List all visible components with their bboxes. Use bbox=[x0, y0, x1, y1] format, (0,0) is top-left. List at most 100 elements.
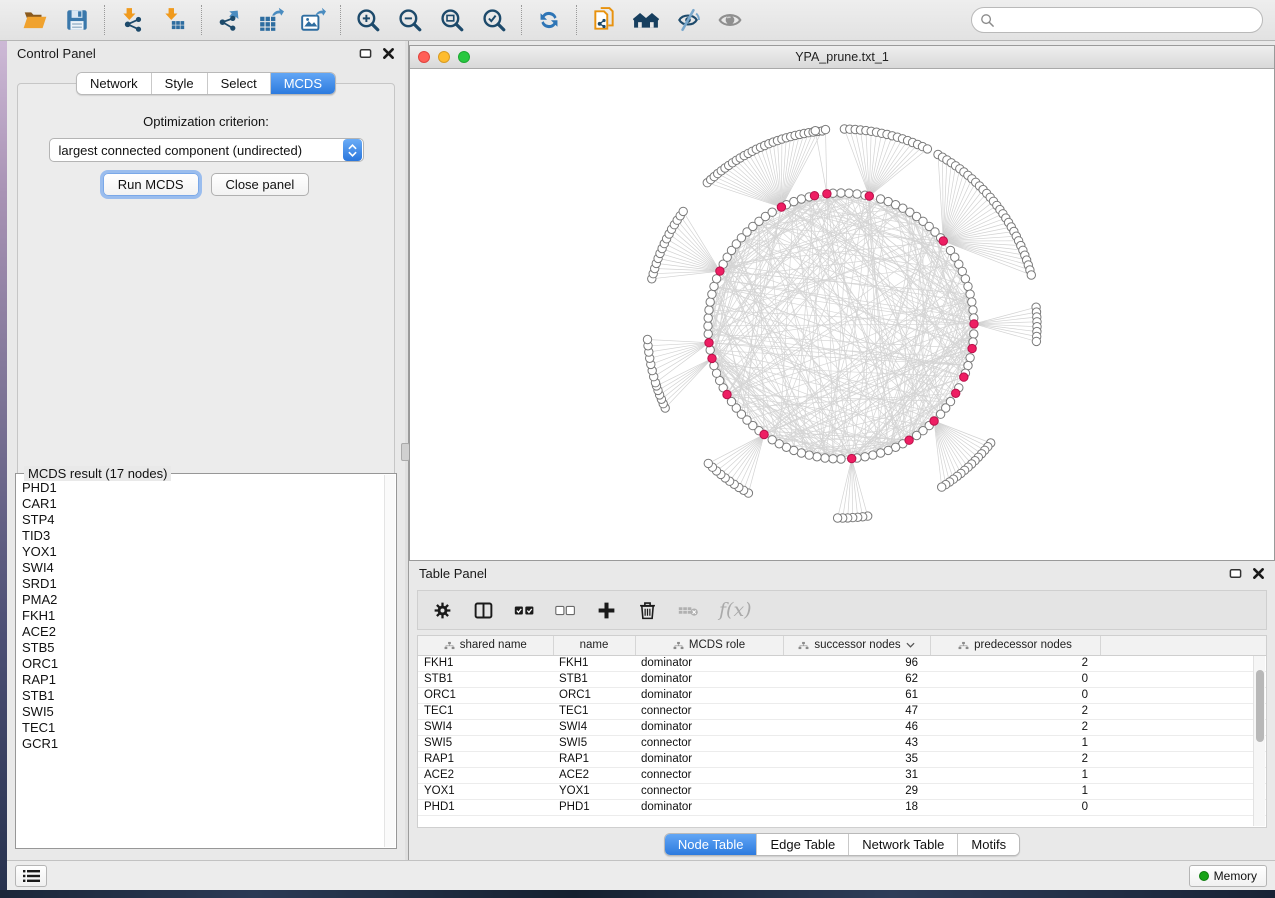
cell-predecessor_nodes[interactable]: 2 bbox=[930, 655, 1100, 671]
cell-predecessor_nodes[interactable]: 0 bbox=[930, 687, 1100, 703]
search-input[interactable] bbox=[1000, 13, 1254, 27]
cell-shared_name[interactable]: RAP1 bbox=[418, 751, 553, 767]
cell-name[interactable]: PHD1 bbox=[553, 799, 635, 815]
table-row[interactable]: PHD1PHD1dominator180 bbox=[418, 799, 1266, 815]
column-header-shared-name[interactable]: shared name bbox=[418, 636, 553, 655]
close-panel-action-button[interactable]: Close panel bbox=[211, 173, 310, 196]
mcds-result-item[interactable]: GCR1 bbox=[20, 736, 384, 752]
mcds-result-item[interactable]: PHD1 bbox=[20, 480, 384, 496]
open-file-button[interactable] bbox=[20, 5, 50, 35]
cell-shared_name[interactable]: SWI4 bbox=[418, 719, 553, 735]
tab-mcds[interactable]: MCDS bbox=[271, 73, 335, 94]
table-scrollbar[interactable] bbox=[1253, 656, 1265, 826]
cell-successor_nodes[interactable]: 31 bbox=[783, 767, 930, 783]
export-table-button[interactable] bbox=[256, 5, 286, 35]
run-mcds-button[interactable]: Run MCDS bbox=[103, 173, 199, 196]
cell-mcds_role[interactable]: dominator bbox=[635, 671, 783, 687]
deselect-all-button[interactable] bbox=[555, 600, 576, 621]
cell-predecessor_nodes[interactable]: 0 bbox=[930, 671, 1100, 687]
table-row[interactable]: YOX1YOX1connector291 bbox=[418, 783, 1266, 799]
table-row[interactable]: STB1STB1dominator620 bbox=[418, 671, 1266, 687]
create-column-button[interactable] bbox=[596, 600, 617, 621]
mcds-result-item[interactable]: SWI4 bbox=[20, 560, 384, 576]
table-row[interactable]: RAP1RAP1dominator352 bbox=[418, 751, 1266, 767]
show-columns-button[interactable] bbox=[473, 600, 494, 621]
mcds-result-item[interactable]: SWI5 bbox=[20, 704, 384, 720]
mcds-result-item[interactable]: ORC1 bbox=[20, 656, 384, 672]
cell-name[interactable]: SWI4 bbox=[553, 719, 635, 735]
cell-name[interactable]: SWI5 bbox=[553, 735, 635, 751]
mcds-result-scrollbar[interactable] bbox=[384, 475, 395, 847]
table-tab-edge-table[interactable]: Edge Table bbox=[757, 834, 849, 855]
zoom-fit-button[interactable] bbox=[437, 5, 467, 35]
mcds-result-item[interactable]: TEC1 bbox=[20, 720, 384, 736]
tab-network[interactable]: Network bbox=[77, 73, 152, 94]
cell-shared_name[interactable]: PHD1 bbox=[418, 799, 553, 815]
cell-predecessor_nodes[interactable]: 0 bbox=[930, 799, 1100, 815]
cell-mcds_role[interactable]: dominator bbox=[635, 719, 783, 735]
cell-successor_nodes[interactable]: 43 bbox=[783, 735, 930, 751]
float-panel-button[interactable] bbox=[359, 47, 372, 60]
cell-name[interactable]: ORC1 bbox=[553, 687, 635, 703]
tab-select[interactable]: Select bbox=[208, 73, 271, 94]
cell-mcds_role[interactable]: dominator bbox=[635, 687, 783, 703]
import-network-button[interactable] bbox=[117, 5, 147, 35]
cell-shared_name[interactable]: ORC1 bbox=[418, 687, 553, 703]
mcds-result-item[interactable]: STP4 bbox=[20, 512, 384, 528]
cell-mcds_role[interactable]: connector bbox=[635, 783, 783, 799]
network-search-box[interactable] bbox=[971, 7, 1263, 33]
cell-mcds_role[interactable]: connector bbox=[635, 767, 783, 783]
cell-successor_nodes[interactable]: 35 bbox=[783, 751, 930, 767]
cell-predecessor_nodes[interactable]: 1 bbox=[930, 783, 1100, 799]
cell-name[interactable]: FKH1 bbox=[553, 655, 635, 671]
cell-shared_name[interactable]: YOX1 bbox=[418, 783, 553, 799]
cell-mcds_role[interactable]: dominator bbox=[635, 751, 783, 767]
mcds-result-item[interactable]: STB1 bbox=[20, 688, 384, 704]
cell-predecessor_nodes[interactable]: 1 bbox=[930, 735, 1100, 751]
memory-button[interactable]: Memory bbox=[1189, 865, 1267, 887]
save-session-button[interactable] bbox=[62, 5, 92, 35]
cell-mcds_role[interactable]: dominator bbox=[635, 799, 783, 815]
column-header-successor-nodes[interactable]: successor nodes bbox=[783, 636, 930, 655]
cell-name[interactable]: TEC1 bbox=[553, 703, 635, 719]
table-options-button[interactable] bbox=[432, 600, 453, 621]
cell-predecessor_nodes[interactable]: 2 bbox=[930, 751, 1100, 767]
table-row[interactable]: ORC1ORC1dominator610 bbox=[418, 687, 1266, 703]
mcds-result-item[interactable]: CAR1 bbox=[20, 496, 384, 512]
table-row[interactable]: FKH1FKH1dominator962 bbox=[418, 655, 1266, 671]
cell-predecessor_nodes[interactable]: 2 bbox=[930, 719, 1100, 735]
cell-successor_nodes[interactable]: 29 bbox=[783, 783, 930, 799]
optimization-criterion-select[interactable]: largest connected component (undirected) bbox=[49, 138, 364, 162]
cell-predecessor_nodes[interactable]: 1 bbox=[930, 767, 1100, 783]
mcds-result-item[interactable]: STB5 bbox=[20, 640, 384, 656]
zoom-out-button[interactable] bbox=[395, 5, 425, 35]
table-row[interactable]: ACE2ACE2connector311 bbox=[418, 767, 1266, 783]
cell-name[interactable]: STB1 bbox=[553, 671, 635, 687]
table-tab-network-table[interactable]: Network Table bbox=[849, 834, 958, 855]
cell-shared_name[interactable]: TEC1 bbox=[418, 703, 553, 719]
refresh-button[interactable] bbox=[534, 5, 564, 35]
close-table-panel-button[interactable] bbox=[1252, 567, 1265, 580]
mcds-result-item[interactable]: SRD1 bbox=[20, 576, 384, 592]
zoom-selected-button[interactable] bbox=[479, 5, 509, 35]
table-scrollbar-thumb[interactable] bbox=[1256, 670, 1264, 742]
import-table-button[interactable] bbox=[159, 5, 189, 35]
export-image-button[interactable] bbox=[298, 5, 328, 35]
cell-mcds_role[interactable]: connector bbox=[635, 735, 783, 751]
show-details-button[interactable] bbox=[715, 5, 745, 35]
cell-predecessor_nodes[interactable]: 2 bbox=[930, 703, 1100, 719]
cell-shared_name[interactable]: STB1 bbox=[418, 671, 553, 687]
cell-successor_nodes[interactable]: 62 bbox=[783, 671, 930, 687]
cell-mcds_role[interactable]: connector bbox=[635, 703, 783, 719]
cell-name[interactable]: ACE2 bbox=[553, 767, 635, 783]
first-neighbors-button[interactable] bbox=[631, 5, 661, 35]
mcds-result-item[interactable]: TID3 bbox=[20, 528, 384, 544]
select-all-button[interactable] bbox=[514, 600, 535, 621]
cell-successor_nodes[interactable]: 18 bbox=[783, 799, 930, 815]
cell-name[interactable]: YOX1 bbox=[553, 783, 635, 799]
cell-successor_nodes[interactable]: 96 bbox=[783, 655, 930, 671]
clone-network-button[interactable] bbox=[589, 5, 619, 35]
cell-shared_name[interactable]: SWI5 bbox=[418, 735, 553, 751]
task-history-button[interactable] bbox=[15, 865, 47, 887]
hide-details-button[interactable] bbox=[673, 5, 703, 35]
